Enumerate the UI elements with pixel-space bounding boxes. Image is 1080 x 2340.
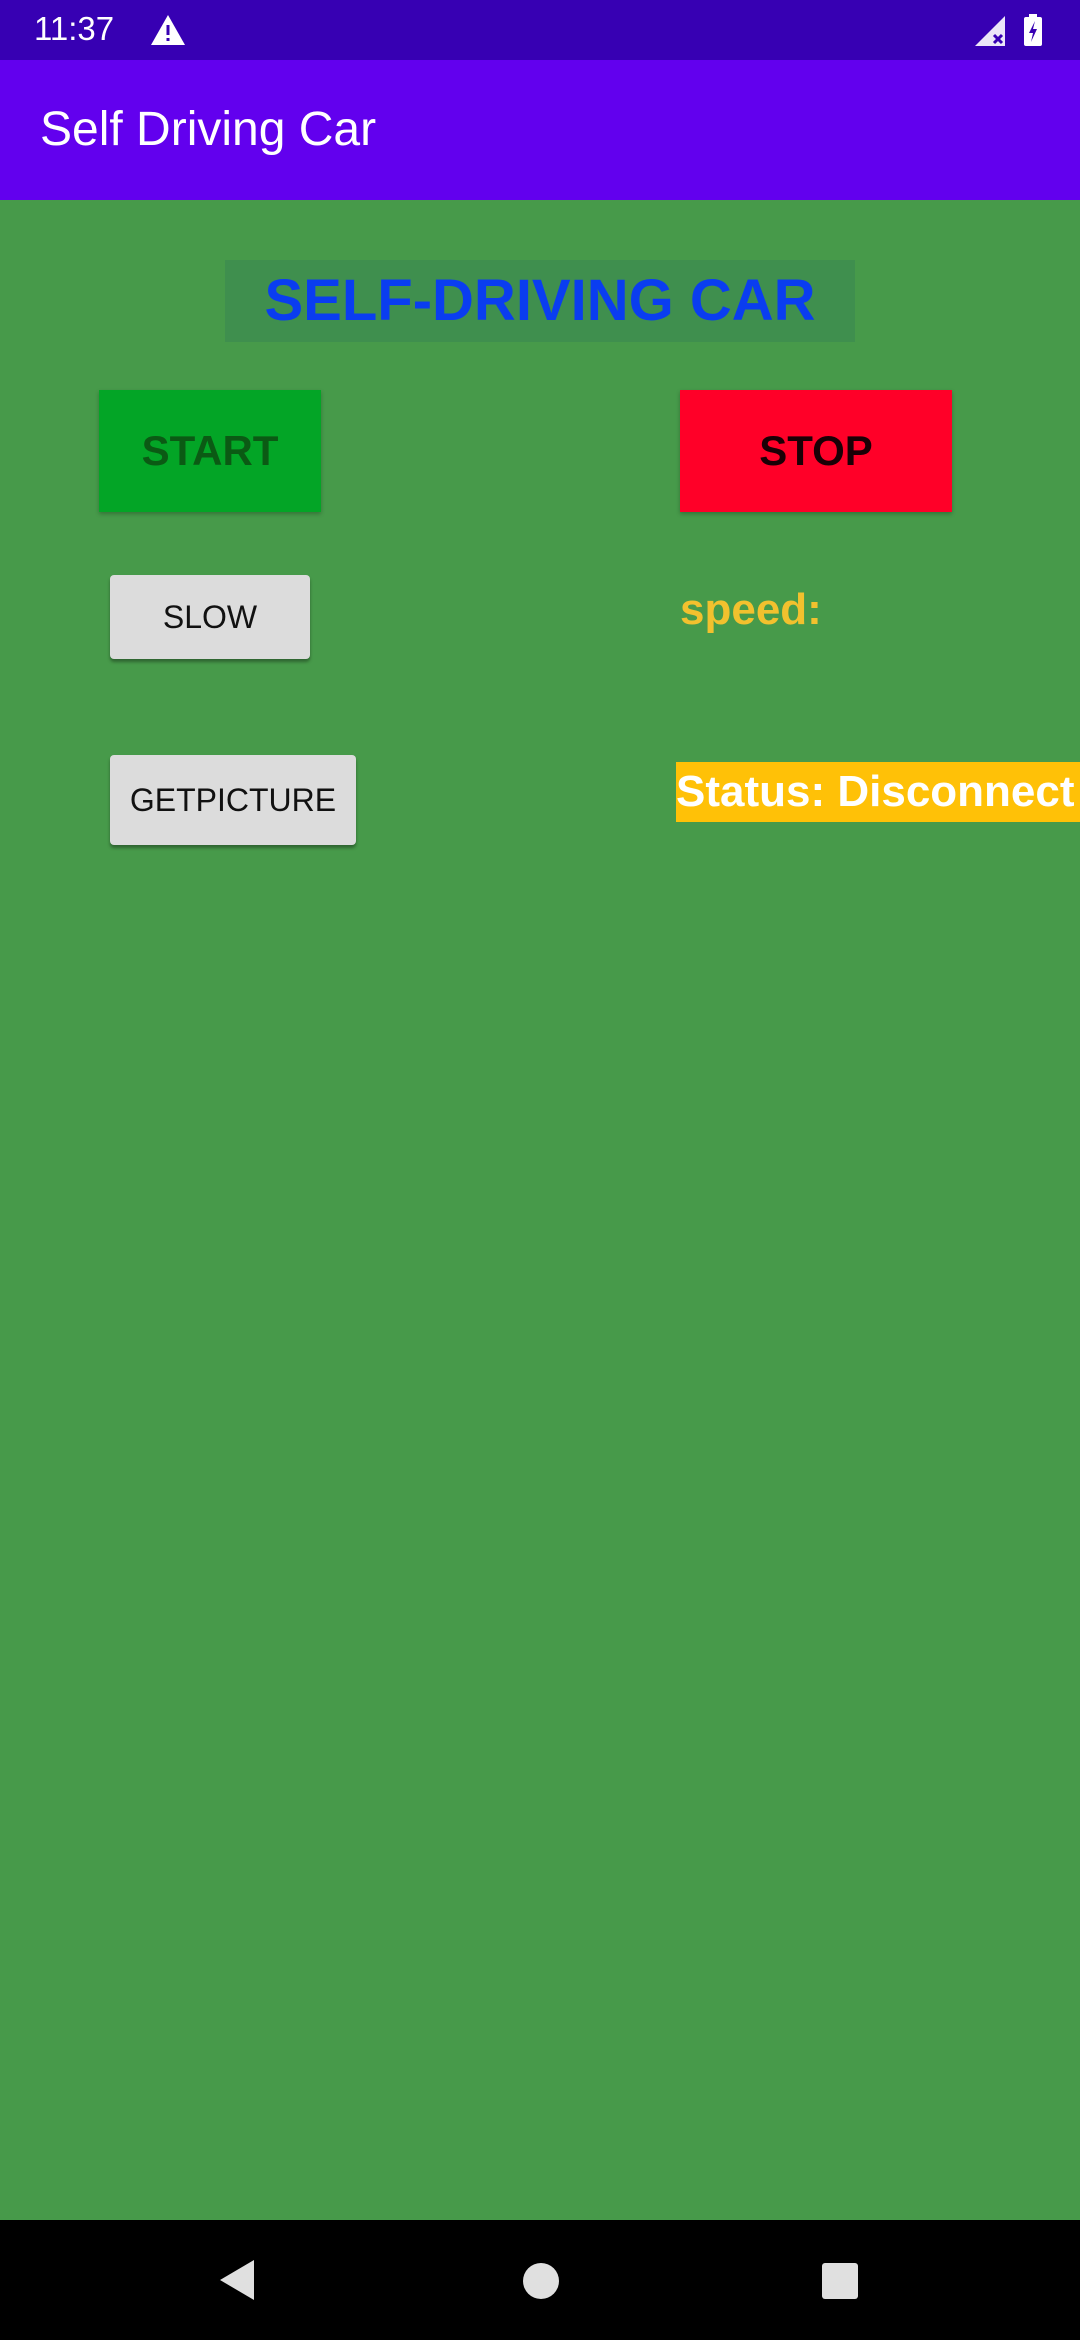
- slow-button[interactable]: SLOW: [110, 575, 310, 659]
- start-button[interactable]: START: [99, 390, 321, 512]
- speed-label: speed:: [680, 585, 822, 634]
- getpicture-button[interactable]: GETPICTURE: [110, 755, 356, 845]
- connection-status-label: Status: Disconnect !: [676, 762, 1080, 822]
- status-bar: 11:37: [0, 0, 1080, 60]
- stop-button[interactable]: STOP: [680, 390, 952, 512]
- app-title: Self Driving Car: [40, 103, 377, 156]
- recents-icon[interactable]: [822, 2263, 858, 2299]
- home-icon[interactable]: [523, 2263, 559, 2299]
- main-content: SELF-DRIVING CAR START STOP SLOW speed: …: [0, 200, 1080, 2220]
- navigation-bar: [0, 2220, 1080, 2340]
- page-title: SELF-DRIVING CAR: [264, 268, 816, 333]
- battery-icon: [1024, 14, 1042, 46]
- back-icon[interactable]: [218, 2258, 258, 2302]
- status-time: 11:37: [34, 10, 115, 47]
- signal-icon: [975, 16, 1005, 46]
- header-box: SELF-DRIVING CAR: [225, 260, 855, 342]
- warning-icon: [151, 15, 185, 45]
- app-bar: Self Driving Car: [0, 60, 1080, 200]
